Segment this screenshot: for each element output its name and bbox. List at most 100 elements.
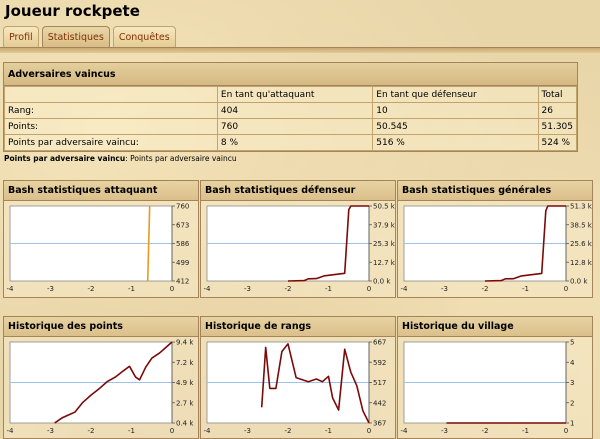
y-tick-label: 0.0 k <box>570 278 588 286</box>
row-label: Points: <box>4 118 218 135</box>
table-row: Rang: 404 10 26 <box>4 102 577 119</box>
y-tick-label: 50.5 k <box>373 203 395 211</box>
x-tick-label: 0 <box>170 427 174 435</box>
table-cell: 404 <box>216 102 374 119</box>
x-tick-label: -2 <box>88 285 95 293</box>
table-cell: 8 % <box>216 134 374 151</box>
y-tick-label: 412 <box>176 278 189 286</box>
y-tick-label: 499 <box>176 259 189 267</box>
y-tick-label: 25.3 k <box>373 240 395 248</box>
chart-bash-defenseur: 50.5 k 37.9 k 25.3 k 12.7 k 0.0 k -4 -3 -2 -1 0 <box>204 203 395 294</box>
chart-panel-historique-rangs: Historique de rangs 667 592 517 442 367 -4 -3 -… <box>200 316 396 439</box>
x-tick-label: -3 <box>244 285 251 293</box>
chart-bash-attaquant: 760 673 586 499 412 -4 -3 -2 -1 0 <box>7 203 190 294</box>
table-cell: 516 % <box>372 134 539 151</box>
chart-historique-rangs: 667 592 517 442 367 -4 -3 -2 -1 0 <box>204 339 387 436</box>
table-row: Points: 760 50.545 51.305 <box>4 118 577 135</box>
y-tick-label: 667 <box>373 339 386 347</box>
chart-title: Historique des points <box>4 317 198 337</box>
chart-bash-generales: 51.3 k 38.5 k 25.6 k 12.8 k 0.0 k -4 -3 -2 -1 0 <box>401 203 592 294</box>
x-tick-label: -2 <box>285 427 292 435</box>
x-tick-label: 0 <box>564 427 568 435</box>
chart-title: Historique de rangs <box>201 317 395 337</box>
x-tick-label: -1 <box>522 427 529 435</box>
x-tick-label: -3 <box>47 285 54 293</box>
x-tick-label: 0 <box>564 285 568 293</box>
column-header: En tant qu'attaquant <box>216 86 374 103</box>
y-tick-label: 442 <box>373 399 386 407</box>
x-tick-label: 0 <box>170 285 174 293</box>
x-tick-label: -2 <box>482 427 489 435</box>
tab-bar-divider <box>0 47 600 53</box>
y-tick-label: 2.7 k <box>176 399 194 407</box>
tab-bar: Profil Statistiques Conquêtes <box>3 26 176 47</box>
x-tick-label: -4 <box>204 285 212 293</box>
chart-panel-bash-defenseur: Bash statistiques défenseur 50.5 k 37.9 k… <box>200 180 396 298</box>
chart-panel-historique-village: Historique du village 5 4 3 2 1 -4 -3 -2 -1 0 <box>397 316 593 439</box>
chart-panel-bash-generales: Bash statistiques générales 51.3 k 38.5 k… <box>397 180 593 298</box>
tab-statistiques[interactable]: Statistiques <box>41 26 110 47</box>
x-tick-label: -3 <box>244 427 251 435</box>
chart-title: Bash statistiques attaquant <box>4 181 198 201</box>
x-tick-label: -2 <box>285 285 292 293</box>
row-label: Points par adversaire vaincu: <box>4 134 218 151</box>
x-tick-label: -3 <box>47 427 54 435</box>
y-tick-label: 0.4 k <box>176 420 194 428</box>
y-tick-label: 586 <box>176 240 190 248</box>
defeated-opponents-table: Adversaires vaincus En tant qu'attaquant… <box>3 62 578 152</box>
x-tick-label: -3 <box>441 427 448 435</box>
chart-panel-bash-attaquant: Bash statistiques attaquant 760 673 586 499… <box>3 180 199 298</box>
y-tick-label: 4.9 k <box>176 379 194 387</box>
table-cell: 51.305 <box>537 118 577 135</box>
y-tick-label: 760 <box>176 203 189 211</box>
table-cell: 26 <box>537 102 577 119</box>
column-header: En tant que défenseur <box>372 86 539 103</box>
y-tick-label: 38.5 k <box>570 221 592 229</box>
x-tick-label: -4 <box>401 427 409 435</box>
table-cell: 10 <box>372 102 539 119</box>
x-tick-label: -1 <box>325 285 332 293</box>
y-tick-label: 51.3 k <box>570 203 592 211</box>
legend-term: Points par adversaire vaincu <box>4 154 126 163</box>
table-cell: 524 % <box>537 134 577 151</box>
table-legend: Points par adversaire vaincu: Points par… <box>4 154 237 163</box>
y-tick-label: 673 <box>176 221 189 229</box>
x-tick-label: -1 <box>128 427 135 435</box>
table-row: Points par adversaire vaincu: 8 % 516 % … <box>4 134 577 151</box>
table-cell: 50.545 <box>372 118 539 135</box>
y-tick-label: 37.9 k <box>373 221 395 229</box>
y-tick-label: 9.4 k <box>176 339 194 347</box>
y-tick-label: 12.8 k <box>570 259 592 267</box>
page-title: Joueur rockpete <box>5 2 140 20</box>
x-tick-label: 0 <box>367 427 371 435</box>
x-tick-label: -2 <box>482 285 489 293</box>
chart-panel-historique-points: Historique des points 9.4 k 7.2 k 4.9 k 2.7… <box>3 316 199 439</box>
x-tick-label: -3 <box>441 285 448 293</box>
tab-conquetes[interactable]: Conquêtes <box>112 26 176 47</box>
chart-historique-points: 9.4 k 7.2 k 4.9 k 2.7 k 0.4 k -4 -3 -2 -1 0 <box>7 339 195 436</box>
chart-title: Bash statistiques générales <box>398 181 592 201</box>
y-tick-label: 1 <box>570 420 574 428</box>
table-header-row: En tant qu'attaquant En tant que défense… <box>4 86 577 103</box>
x-tick-label: -4 <box>7 285 15 293</box>
chart-historique-village: 5 4 3 2 1 -4 -3 -2 -1 0 <box>401 339 575 436</box>
y-tick-label: 3 <box>570 379 574 387</box>
table-title: Adversaires vaincus <box>4 63 577 86</box>
legend-text: : Points par adversaire vaincu <box>125 154 237 163</box>
y-tick-label: 4 <box>570 359 575 367</box>
x-tick-label: -4 <box>7 427 15 435</box>
x-tick-label: -2 <box>88 427 95 435</box>
x-tick-label: -1 <box>522 285 529 293</box>
chart-title: Bash statistiques défenseur <box>201 181 395 201</box>
tab-profil[interactable]: Profil <box>3 26 39 47</box>
chart-title: Historique du village <box>398 317 592 337</box>
column-header: Total <box>537 86 577 103</box>
y-tick-label: 0.0 k <box>373 278 391 286</box>
x-tick-label: -4 <box>204 427 212 435</box>
x-tick-label: -1 <box>128 285 135 293</box>
x-tick-label: 0 <box>367 285 371 293</box>
column-header <box>4 86 218 103</box>
table-cell: 760 <box>216 118 374 135</box>
y-tick-label: 367 <box>373 420 386 428</box>
y-tick-label: 7.2 k <box>176 359 194 367</box>
